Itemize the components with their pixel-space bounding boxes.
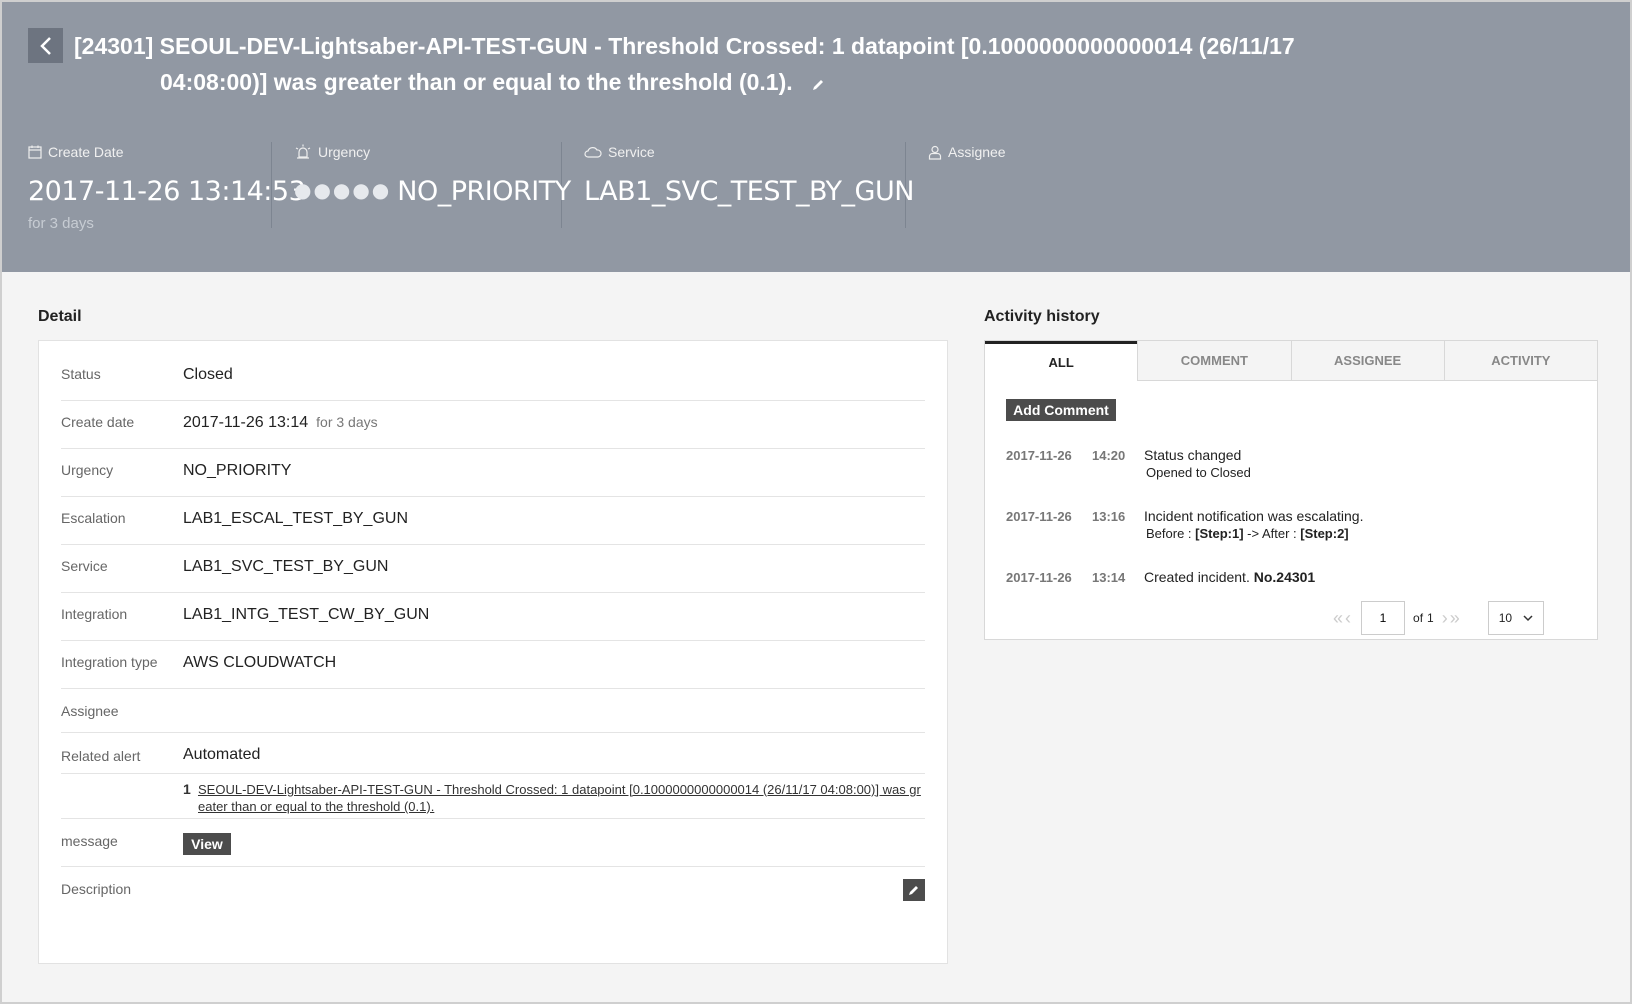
related-alert-label: Related alert xyxy=(61,748,141,764)
incident-header: [24301] SEOUL-DEV-Lightsaber-API-TEST-GU… xyxy=(2,2,1630,272)
activity-time: 14:20 xyxy=(1092,448,1126,463)
escalation-value: LAB1_ESCAL_TEST_BY_GUN xyxy=(183,510,408,527)
incident-summary: Create Date 2017-11-26 13:14:53 for 3 da… xyxy=(28,142,1150,232)
create-date-label: Create date xyxy=(61,414,135,430)
activity-detail: Opened to Closed xyxy=(1146,465,1251,480)
last-page-icon[interactable]: » xyxy=(1450,608,1460,629)
status-label: Status xyxy=(61,366,101,382)
description-label: Description xyxy=(61,881,132,897)
create-date-duration: for 3 days xyxy=(28,215,94,232)
view-message-button[interactable]: View xyxy=(183,833,231,855)
activity-date: 2017-11-26 xyxy=(1006,448,1072,463)
activity-text: Created incident. xyxy=(1144,569,1254,585)
status-value: Closed xyxy=(183,366,233,383)
activity-date: 2017-11-26 xyxy=(1006,570,1072,585)
integration-type-value: AWS CLOUDWATCH xyxy=(183,654,337,671)
assignee-summary: Assignee xyxy=(928,142,1128,228)
activity-history-card: ALL COMMENT ASSIGNEE ACTIVITY Add Commen… xyxy=(984,340,1598,640)
detail-row-urgency: Urgency NO_PRIORITY xyxy=(61,449,925,497)
detail-row-integration: Integration LAB1_INTG_TEST_CW_BY_GUN xyxy=(61,593,925,641)
per-page-value: 10 xyxy=(1498,611,1513,625)
activity-time: 13:16 xyxy=(1092,509,1126,524)
activity-tabs: ALL COMMENT ASSIGNEE ACTIVITY xyxy=(985,341,1597,381)
urgency-text: NO_PRIORITY xyxy=(397,176,571,207)
assignee-label: Assignee xyxy=(948,144,1006,160)
calendar-icon xyxy=(28,145,42,159)
activity-detail: Before : [Step:1] -> After : [Step:2] xyxy=(1146,526,1349,541)
escalation-label: Escalation xyxy=(61,510,126,526)
create-date-summary: Create Date 2017-11-26 13:14:53 for 3 da… xyxy=(28,142,306,232)
create-date-value: 2017-11-26 13:14:53 xyxy=(28,176,306,207)
related-alert-value: Automated xyxy=(183,746,261,763)
integration-value: LAB1_INTG_TEST_CW_BY_GUN xyxy=(183,606,430,623)
activity-time: 13:14 xyxy=(1092,570,1126,585)
incident-number: No.24301 xyxy=(1253,569,1316,585)
edit-description-button[interactable] xyxy=(903,879,925,901)
pagination: « ‹ of 1 › » 10 xyxy=(1333,600,1544,636)
edit-title-icon[interactable] xyxy=(811,66,825,102)
tab-activity[interactable]: ACTIVITY xyxy=(1443,341,1597,381)
page-of-label: of xyxy=(1413,611,1424,625)
service-label: Service xyxy=(61,558,108,574)
urgency-value: ●●●●● NO_PRIORITY xyxy=(294,176,571,207)
integration-label: Integration xyxy=(61,606,128,622)
detail-row-status: Status Closed xyxy=(61,341,925,401)
activity-date: 2017-11-26 xyxy=(1006,509,1072,524)
page-number-input[interactable] xyxy=(1361,601,1406,635)
create-date-value: 2017-11-26 13:14 xyxy=(183,414,309,431)
tab-all[interactable]: ALL xyxy=(985,341,1138,381)
chevron-left-icon xyxy=(39,36,51,55)
urgency-dots: ●●●●● xyxy=(294,178,392,202)
page-total: 1 xyxy=(1427,611,1434,625)
service-value: LAB1_SVC_TEST_BY_GUN xyxy=(183,558,389,575)
tab-comment[interactable]: COMMENT xyxy=(1137,341,1291,381)
detail-row-escalation: Escalation LAB1_ESCAL_TEST_BY_GUN xyxy=(61,497,925,545)
cloud-icon xyxy=(584,147,602,158)
page-title: [24301] SEOUL-DEV-Lightsaber-API-TEST-GU… xyxy=(74,28,1374,102)
related-alert-link[interactable]: SEOUL-DEV-Lightsaber-API-TEST-GUN - Thre… xyxy=(198,781,923,815)
first-page-icon[interactable]: « xyxy=(1333,608,1343,629)
related-alert-number: 1 xyxy=(183,781,191,797)
detail-row-description: Description xyxy=(61,867,925,915)
detail-card: Status Closed Create date 2017-11-26 13:… xyxy=(38,340,948,964)
related-alert-item: 1 SEOUL-DEV-Lightsaber-API-TEST-GUN - Th… xyxy=(183,781,923,815)
title-line-1: [24301] SEOUL-DEV-Lightsaber-API-TEST-GU… xyxy=(74,33,1295,59)
next-page-icon[interactable]: › xyxy=(1442,608,1448,629)
detail-title: Detail xyxy=(38,308,82,325)
service-value: LAB1_SVC_TEST_BY_GUN xyxy=(584,176,914,207)
tab-assignee[interactable]: ASSIGNEE xyxy=(1290,341,1444,381)
title-line-2: 04:08:00)] was greater than or equal to … xyxy=(160,69,793,95)
detail-row-related-alert: Related alert Automated 1 SEOUL-DEV-Ligh… xyxy=(61,733,925,819)
urgency-label: Urgency xyxy=(61,462,114,478)
user-icon xyxy=(928,145,942,160)
message-label: message xyxy=(61,833,118,849)
detail-row-message: message View xyxy=(61,819,925,867)
activity-text: Status changed xyxy=(1144,447,1242,463)
pencil-icon xyxy=(909,886,918,895)
prev-page-icon[interactable]: ‹ xyxy=(1345,608,1351,629)
detail-row-create-date: Create date 2017-11-26 13:14 for 3 days xyxy=(61,401,925,449)
incident-detail-page: [24301] SEOUL-DEV-Lightsaber-API-TEST-GU… xyxy=(0,0,1632,1004)
detail-row-assignee: Assignee xyxy=(61,689,925,733)
detail-row-service: Service LAB1_SVC_TEST_BY_GUN xyxy=(61,545,925,593)
activity-history-title: Activity history xyxy=(984,308,1100,325)
assignee-label: Assignee xyxy=(61,703,119,719)
integration-type-label: Integration type xyxy=(61,654,158,670)
siren-icon xyxy=(295,144,311,159)
service-summary: Service LAB1_SVC_TEST_BY_GUN xyxy=(584,142,914,228)
chevron-down-icon xyxy=(1523,614,1533,621)
per-page-select[interactable]: 10 xyxy=(1487,601,1544,635)
urgency-summary: Urgency ●●●●● NO_PRIORITY xyxy=(294,142,571,228)
service-label: Service xyxy=(608,144,655,160)
urgency-label: Urgency xyxy=(318,144,371,160)
create-date-label: Create Date xyxy=(48,144,124,160)
create-date-duration: for 3 days xyxy=(316,414,378,430)
urgency-value: NO_PRIORITY xyxy=(183,462,292,479)
detail-row-integration-type: Integration type AWS CLOUDWATCH xyxy=(61,641,925,689)
back-button[interactable] xyxy=(28,28,63,63)
add-comment-button[interactable]: Add Comment xyxy=(1006,399,1116,421)
activity-text: Incident notification was escalating. xyxy=(1144,508,1364,524)
